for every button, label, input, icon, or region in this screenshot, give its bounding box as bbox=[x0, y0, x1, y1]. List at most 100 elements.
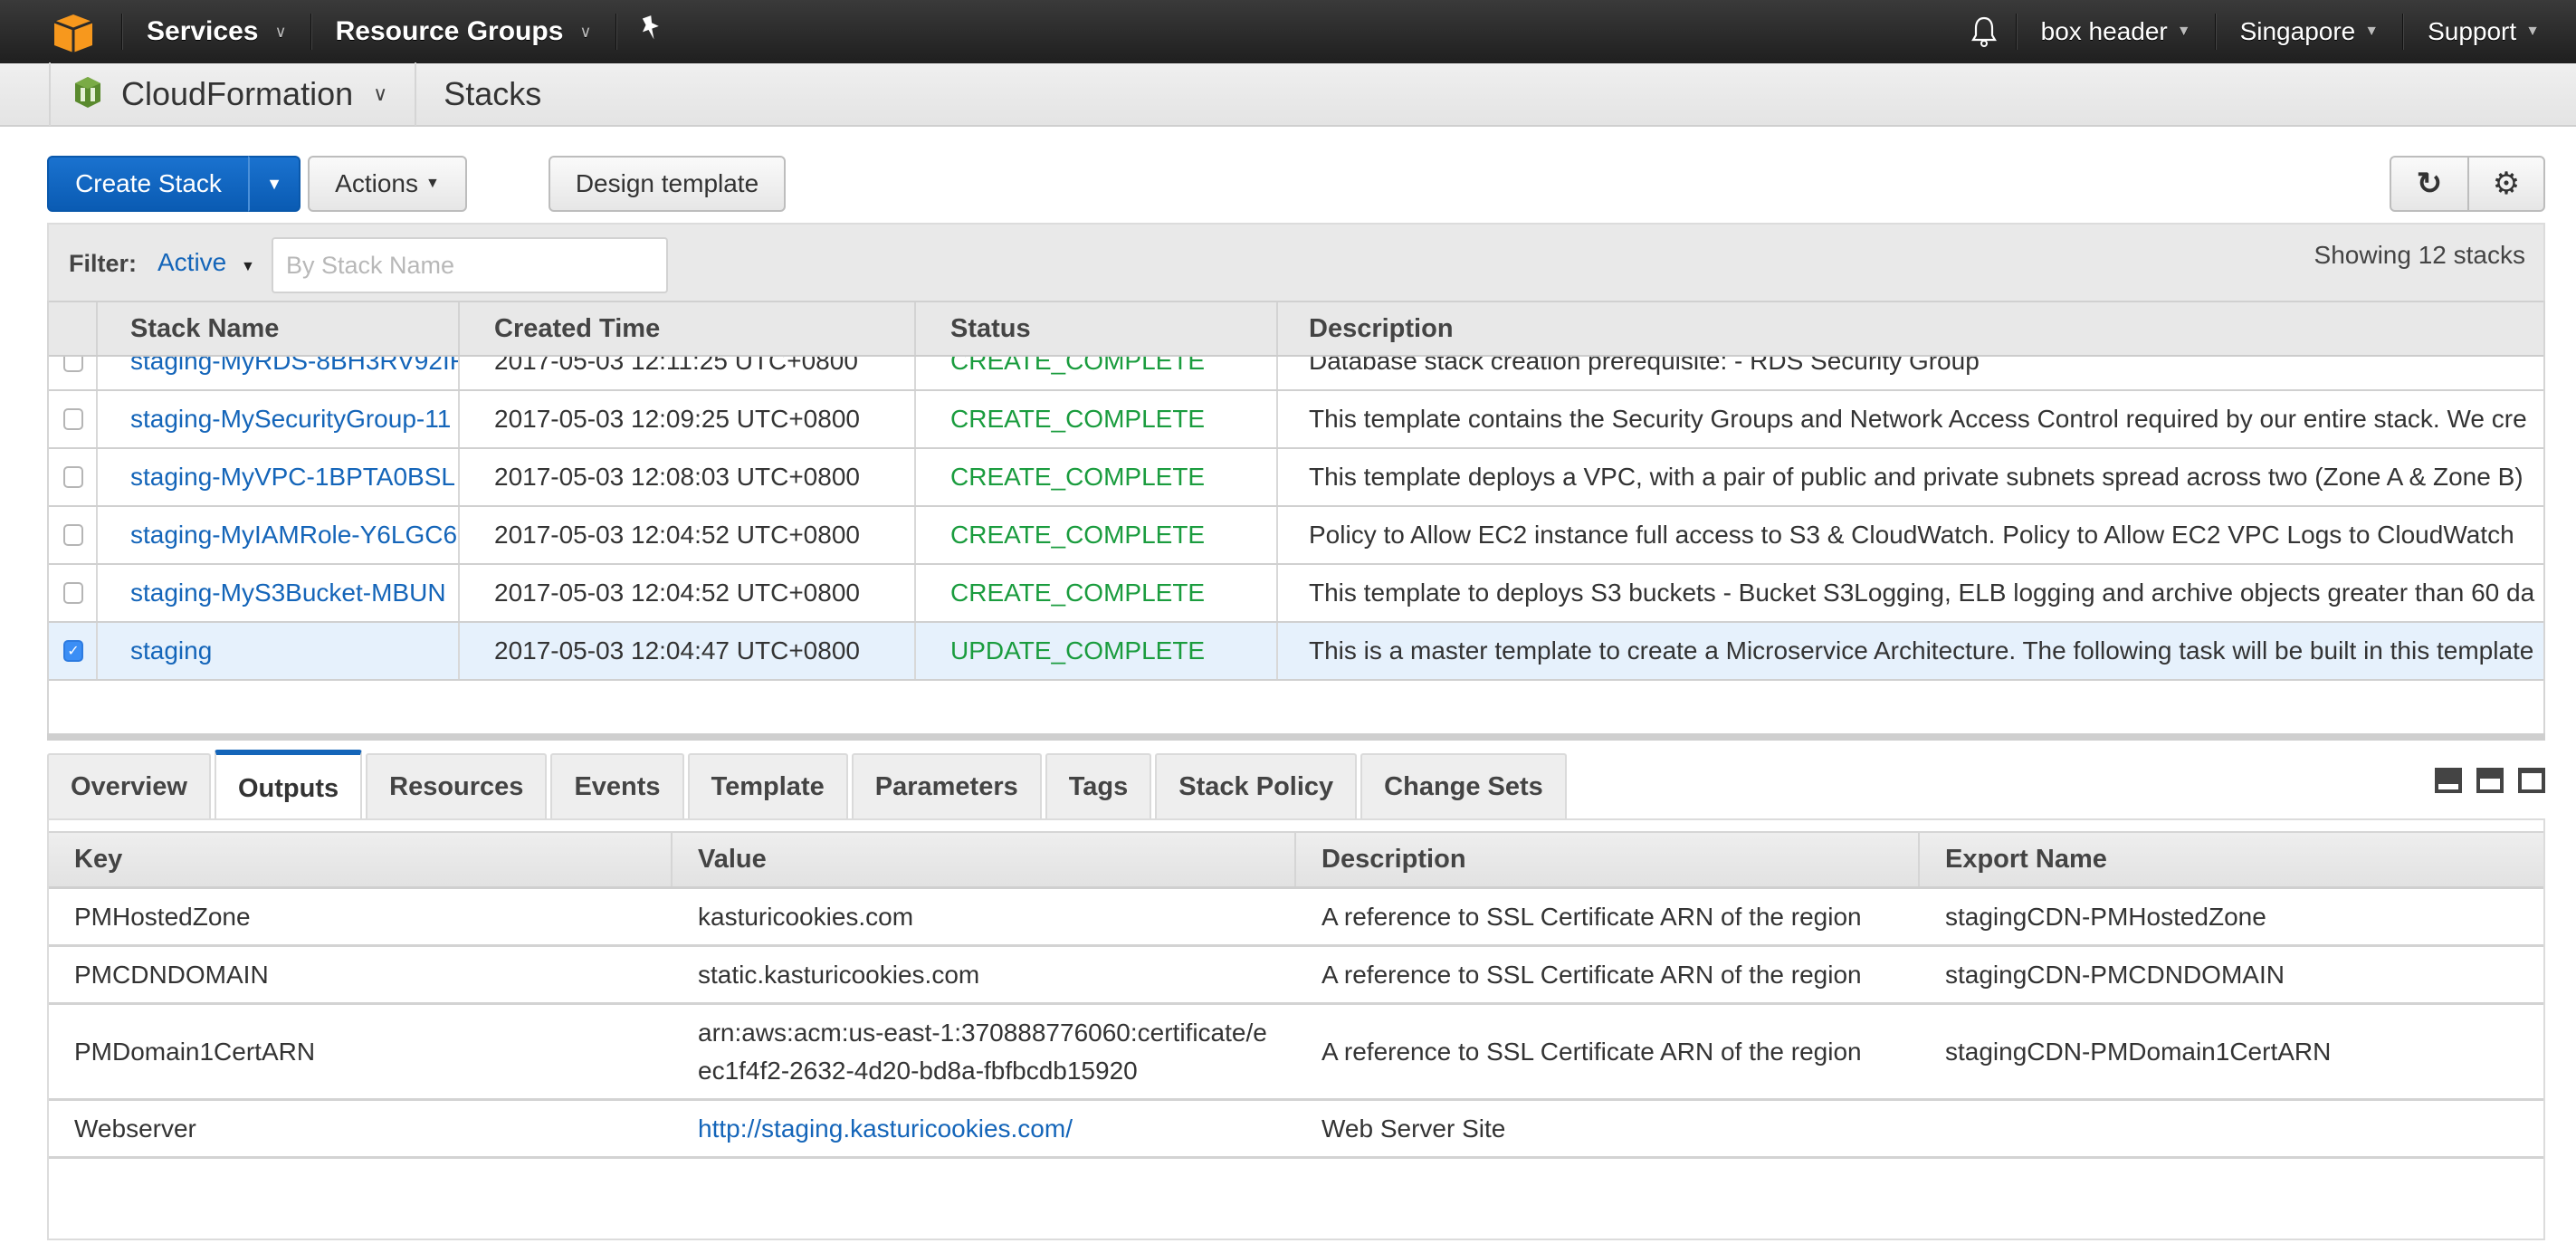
account-label: box header bbox=[2040, 17, 2168, 45]
create-stack-label: Create Stack bbox=[75, 169, 222, 197]
column-header-export-name: Export Name bbox=[1945, 845, 2107, 874]
caret-down-icon: ▼ bbox=[2364, 24, 2380, 39]
chevron-down-icon: ∨ bbox=[274, 22, 287, 41]
stacks-table: Stack Name Created Time Status Descripti… bbox=[47, 301, 2545, 735]
row-checkbox[interactable] bbox=[63, 466, 83, 488]
output-key: PMCDNDOMAIN bbox=[74, 960, 269, 989]
stacks-table-scrollbar[interactable] bbox=[47, 733, 2545, 741]
tab-tags[interactable]: Tags bbox=[1045, 753, 1152, 818]
stack-status: UPDATE_COMPLETE bbox=[916, 623, 1278, 679]
refresh-icon: ↻ bbox=[2416, 167, 2443, 201]
row-checkbox[interactable] bbox=[63, 582, 83, 604]
stack-status: CREATE_COMPLETE bbox=[916, 391, 1278, 447]
stack-name-link[interactable]: staging-MyS3Bucket-MBUN bbox=[98, 565, 460, 621]
stack-row[interactable]: staging-MySecurityGroup-11 2017-05-03 12:… bbox=[49, 391, 2543, 449]
actions-label: Actions bbox=[335, 169, 418, 197]
row-checkbox[interactable] bbox=[63, 524, 83, 546]
column-header-value: Value bbox=[673, 833, 1296, 886]
stack-detail-tabs: Overview Outputs Resources Events Template Pa… bbox=[47, 750, 1570, 822]
column-header-created-time[interactable]: Created Time bbox=[460, 302, 916, 355]
stack-name-link[interactable]: staging bbox=[98, 623, 460, 679]
stack-row[interactable]: ✓ staging 2017-05-03 12:04:47 UTC+0800 UPDA… bbox=[49, 623, 2543, 681]
design-template-button[interactable]: Design template bbox=[549, 156, 786, 212]
tab-template[interactable]: Template bbox=[687, 753, 848, 818]
create-stack-dropdown-button[interactable]: ▼ bbox=[248, 156, 301, 212]
outputs-panel: Key Value Description Export Name PMHost… bbox=[47, 818, 2545, 1240]
panel-size-controls bbox=[2435, 768, 2545, 793]
tab-resources[interactable]: Resources bbox=[366, 753, 548, 818]
tab-overview[interactable]: Overview bbox=[47, 753, 211, 818]
caret-down-icon: ▼ bbox=[2176, 24, 2191, 39]
breadcrumb: Stacks bbox=[444, 75, 542, 112]
stack-status: CREATE_COMPLETE bbox=[916, 565, 1278, 621]
output-value-link[interactable]: http://staging.kasturicookies.com/ bbox=[673, 1101, 1296, 1156]
panel-half-icon[interactable] bbox=[2476, 768, 2504, 793]
settings-button[interactable]: ⚙ bbox=[2467, 156, 2545, 212]
region-label: Singapore bbox=[2239, 17, 2356, 45]
service-name: CloudFormation bbox=[121, 75, 354, 112]
stack-row[interactable]: staging-MyVPC-1BPTA0BSL 2017-05-03 12:08:… bbox=[49, 449, 2543, 507]
service-switcher[interactable]: CloudFormation ∨ bbox=[51, 62, 417, 126]
stack-status: CREATE_COMPLETE bbox=[916, 507, 1278, 563]
chevron-down-icon: ∨ bbox=[579, 22, 592, 41]
row-checkbox[interactable]: ✓ bbox=[63, 640, 83, 662]
stack-name-link[interactable]: staging-MySecurityGroup-11 bbox=[98, 391, 460, 447]
stack-name-search-input[interactable] bbox=[272, 237, 668, 293]
column-header-description[interactable]: Description bbox=[1278, 302, 2543, 355]
stack-created-time: 2017-05-03 12:04:52 UTC+0800 bbox=[460, 565, 916, 621]
stack-status: CREATE_COMPLETE bbox=[916, 449, 1278, 505]
output-export-name: stagingCDN-PMDomain1CertARN bbox=[1945, 1037, 2332, 1066]
caret-down-icon: ▼ bbox=[425, 176, 440, 191]
outputs-table-header: Key Value Description Export Name bbox=[49, 831, 2543, 889]
output-key: PMHostedZone bbox=[74, 902, 251, 931]
output-description: A reference to SSL Certificate ARN of th… bbox=[1321, 1037, 1862, 1066]
output-value: static.kasturicookies.com bbox=[698, 960, 980, 989]
output-row: Webserver http://staging.kasturicookies.c… bbox=[49, 1101, 2543, 1159]
actions-button[interactable]: Actions ▼ bbox=[308, 156, 467, 212]
cloudformation-icon bbox=[74, 76, 101, 113]
outputs-table: Key Value Description Export Name PMHost… bbox=[49, 831, 2543, 1159]
account-menu[interactable]: box header ▼ bbox=[2018, 0, 2215, 63]
create-stack-button[interactable]: Create Stack bbox=[47, 156, 250, 212]
header-checkbox-cell bbox=[49, 302, 98, 355]
stack-row[interactable]: staging-MyIAMRole-Y6LGC6 2017-05-03 12:04… bbox=[49, 507, 2543, 565]
pin-icon[interactable] bbox=[617, 14, 684, 49]
tab-change-sets[interactable]: Change Sets bbox=[1360, 753, 1567, 818]
tab-parameters[interactable]: Parameters bbox=[851, 753, 1042, 818]
aws-logo-icon[interactable] bbox=[51, 13, 96, 53]
output-row: PMHostedZone kasturicookies.com A referenc… bbox=[49, 889, 2543, 947]
tab-outputs[interactable]: Outputs bbox=[214, 750, 363, 822]
caret-down-icon: ▼ bbox=[241, 259, 255, 274]
chevron-down-icon: ∨ bbox=[373, 82, 388, 105]
caret-down-icon: ▼ bbox=[266, 174, 282, 193]
stack-row[interactable]: staging-MyS3Bucket-MBUN 2017-05-03 12:04:… bbox=[49, 565, 2543, 623]
column-header-stack-name[interactable]: Stack Name bbox=[98, 302, 460, 355]
stack-name-link[interactable]: staging-MyVPC-1BPTA0BSL bbox=[98, 449, 460, 505]
tab-stack-policy[interactable]: Stack Policy bbox=[1155, 753, 1358, 818]
output-value-line: ec1f4f2-2632-4d20-bd8a-fbfbcdb15920 bbox=[698, 1056, 1138, 1085]
output-description: A reference to SSL Certificate ARN of th… bbox=[1321, 960, 1862, 989]
refresh-button[interactable]: ↻ bbox=[2390, 156, 2469, 212]
gear-icon: ⚙ bbox=[2492, 167, 2521, 201]
tab-events[interactable]: Events bbox=[550, 753, 684, 818]
filter-status-dropdown[interactable]: Active ▼ bbox=[157, 248, 255, 277]
panel-minimize-icon[interactable] bbox=[2435, 768, 2462, 793]
region-menu[interactable]: Singapore ▼ bbox=[2217, 0, 2403, 63]
bell-icon[interactable] bbox=[1952, 15, 2016, 48]
stacks-toolbar: Create Stack ▼ Actions ▼ Design template… bbox=[47, 156, 2545, 212]
stack-name-link[interactable]: staging-MyIAMRole-Y6LGC6 bbox=[98, 507, 460, 563]
output-value: kasturicookies.com bbox=[698, 902, 914, 931]
resource-groups-menu[interactable]: Resource Groups ∨ bbox=[312, 0, 615, 63]
output-key: Webserver bbox=[74, 1114, 196, 1143]
services-menu[interactable]: Services ∨ bbox=[123, 0, 310, 63]
row-checkbox[interactable] bbox=[63, 408, 83, 430]
panel-maximize-icon[interactable] bbox=[2518, 768, 2545, 793]
support-label: Support bbox=[2428, 17, 2517, 45]
output-row: PMDomain1CertARN arn:aws:acm:us-east-1:37… bbox=[49, 1005, 2543, 1101]
support-menu[interactable]: Support ▼ bbox=[2404, 0, 2576, 63]
row-checkbox-cell bbox=[49, 565, 98, 621]
resource-groups-label: Resource Groups bbox=[335, 16, 564, 46]
service-bar-edge bbox=[0, 62, 51, 126]
column-header-status[interactable]: Status bbox=[916, 302, 1278, 355]
stacks-table-header: Stack Name Created Time Status Descripti… bbox=[49, 301, 2543, 357]
